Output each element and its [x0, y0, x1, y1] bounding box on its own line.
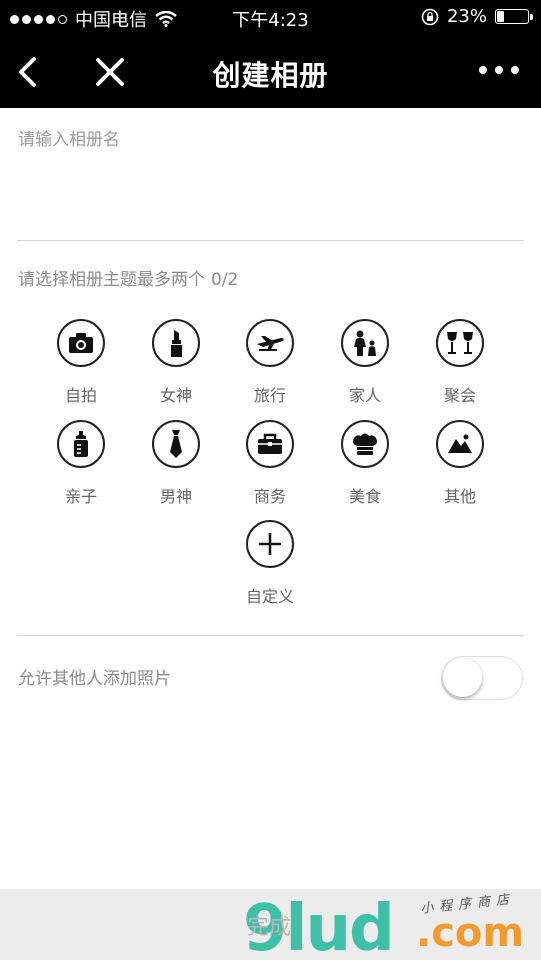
- allow-others-toggle[interactable]: [441, 656, 523, 700]
- divider: [17, 240, 524, 241]
- footer-bar: 9lud 完成 小程序商店 .com: [0, 889, 541, 961]
- theme-label: 商务: [253, 487, 286, 506]
- rotation-lock-icon: [421, 8, 439, 25]
- theme-custom[interactable]: 自定义: [225, 520, 315, 607]
- lipstick-icon: [152, 319, 200, 367]
- page-title: 创建相册: [212, 59, 329, 92]
- theme-selfie[interactable]: 自拍: [36, 319, 126, 406]
- theme-prompt: 请选择相册主题最多两个 0/2: [18, 265, 238, 290]
- airplane-icon: [246, 319, 294, 367]
- theme-male-god[interactable]: 男神: [131, 420, 221, 507]
- allow-others-label: 允许其他人添加照片: [18, 669, 171, 689]
- plus-icon: [246, 520, 294, 568]
- battery-percent: 23%: [446, 6, 487, 27]
- briefcase-icon: [246, 420, 294, 468]
- camera-icon: [57, 319, 105, 367]
- done-button[interactable]: 完成: [247, 909, 291, 941]
- theme-label: 旅行: [253, 386, 286, 405]
- theme-parent-child[interactable]: 亲子: [36, 420, 126, 507]
- theme-other[interactable]: 其他: [415, 420, 505, 507]
- theme-label: 亲子: [64, 487, 97, 506]
- wine-glasses-icon: [436, 319, 484, 367]
- theme-label: 美食: [348, 487, 381, 506]
- theme-label: 自拍: [64, 386, 97, 405]
- theme-selected-count: 0/2: [211, 270, 239, 290]
- nav-bar: 创建相册: [0, 36, 541, 108]
- baby-bottle-icon: [57, 420, 105, 468]
- theme-party[interactable]: 聚会: [415, 319, 505, 406]
- theme-travel[interactable]: 旅行: [225, 319, 315, 406]
- toggle-knob: [443, 658, 482, 697]
- mountain-icon: [436, 420, 484, 468]
- theme-food[interactable]: 美食: [320, 420, 410, 507]
- theme-label: 女神: [159, 386, 192, 405]
- theme-goddess[interactable]: 女神: [131, 319, 221, 406]
- theme-label: 家人: [348, 386, 381, 405]
- tie-icon: [152, 420, 200, 468]
- status-bar: 中国电信 下午4:23 23%: [0, 0, 541, 36]
- battery-icon: [495, 9, 533, 24]
- chef-hat-icon: [341, 420, 389, 468]
- theme-label: 自定义: [245, 587, 294, 606]
- watermark-domain: .com: [416, 910, 525, 956]
- theme-business[interactable]: 商务: [225, 420, 315, 507]
- more-options-icon[interactable]: [479, 66, 519, 74]
- status-right: 23%: [421, 6, 533, 27]
- theme-label: 其他: [443, 487, 476, 506]
- family-icon: [341, 319, 389, 367]
- theme-prompt-text: 请选择相册主题最多两个: [18, 270, 205, 290]
- album-name-input[interactable]: [18, 125, 518, 155]
- theme-label: 男神: [159, 487, 192, 506]
- theme-family[interactable]: 家人: [320, 319, 410, 406]
- divider: [17, 635, 524, 636]
- theme-label: 聚会: [443, 386, 476, 405]
